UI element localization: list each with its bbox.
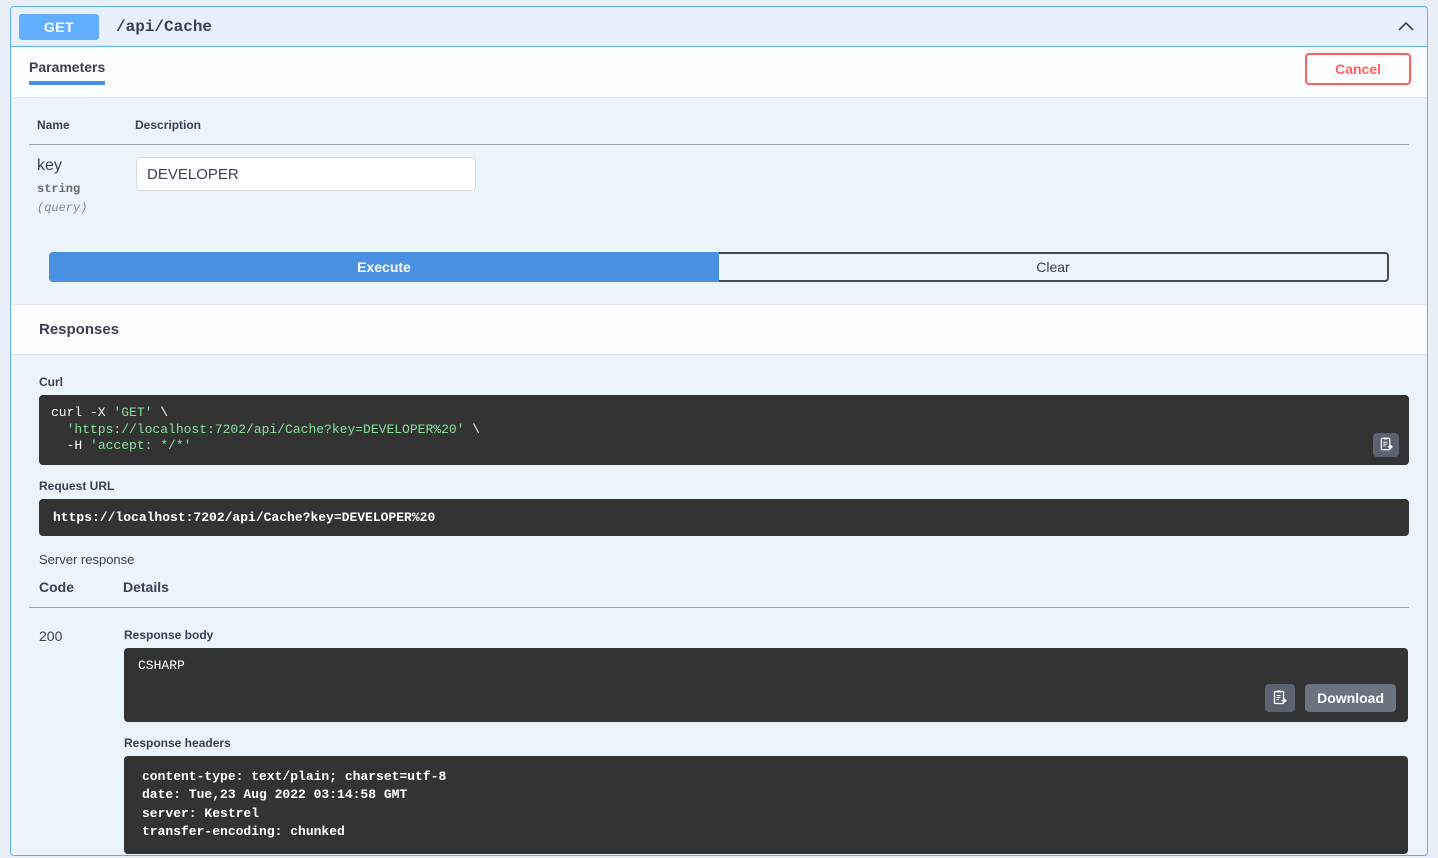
curl-line2-string: 'https://localhost:7202/api/Cache?key=DE… bbox=[51, 422, 464, 437]
curl-label: Curl bbox=[39, 375, 1409, 389]
column-header-description: Description bbox=[135, 118, 1409, 145]
tab-active-underline bbox=[29, 81, 105, 85]
endpoint-path: /api/Cache bbox=[116, 18, 1395, 36]
response-body-label: Response body bbox=[124, 628, 1408, 642]
tab-parameters-label: Parameters bbox=[29, 59, 105, 75]
chevron-up-icon[interactable] bbox=[1395, 16, 1417, 38]
curl-line1-string: 'GET' bbox=[113, 405, 152, 420]
copy-icon[interactable] bbox=[1265, 684, 1295, 712]
responses-heading-band: Responses bbox=[11, 304, 1427, 355]
tab-parameters[interactable]: Parameters bbox=[29, 47, 105, 75]
http-method-badge: GET bbox=[19, 14, 99, 40]
operation-block: GET /api/Cache Parameters Cancel Name De… bbox=[10, 6, 1428, 856]
request-url-label: Request URL bbox=[39, 479, 1409, 493]
curl-line1-cmd: curl -X bbox=[51, 405, 113, 420]
responses-heading: Responses bbox=[39, 321, 1427, 338]
clear-button[interactable]: Clear bbox=[719, 252, 1389, 282]
parameters-section: Name Description key string (query) bbox=[11, 98, 1427, 304]
server-response-table: Code Details 200 Response body CSHARP bbox=[29, 579, 1409, 855]
copy-icon[interactable] bbox=[1373, 433, 1399, 457]
response-header-row: Code Details bbox=[29, 579, 1409, 608]
response-body-actions: Download bbox=[1265, 684, 1396, 712]
response-body-text: CSHARP bbox=[138, 658, 1394, 673]
cancel-button[interactable]: Cancel bbox=[1305, 53, 1411, 85]
download-button[interactable]: Download bbox=[1305, 684, 1396, 712]
column-header-details: Details bbox=[123, 579, 1409, 608]
parameter-name: key bbox=[37, 157, 134, 175]
action-button-row: Execute Clear bbox=[49, 252, 1389, 304]
response-details-cell: Response body CSHARP Download Response h… bbox=[123, 607, 1409, 854]
parameter-location: (query) bbox=[37, 202, 134, 215]
parameter-input-cell bbox=[135, 145, 1409, 216]
column-header-code: Code bbox=[29, 579, 123, 608]
key-input[interactable] bbox=[136, 157, 476, 191]
curl-code-block: curl -X 'GET' \ 'https://localhost:7202/… bbox=[39, 395, 1409, 465]
responses-section: Curl curl -X 'GET' \ 'https://localhost:… bbox=[11, 355, 1427, 855]
response-row: 200 Response body CSHARP Download bbox=[29, 607, 1409, 854]
parameter-row: key string (query) bbox=[29, 145, 1409, 216]
column-header-name: Name bbox=[29, 118, 135, 145]
response-headers-block: content-type: text/plain; charset=utf-8 … bbox=[124, 756, 1408, 854]
response-headers-label: Response headers bbox=[124, 736, 1408, 750]
response-code: 200 bbox=[29, 607, 123, 854]
parameter-name-cell: key string (query) bbox=[29, 145, 135, 216]
request-url-value: https://localhost:7202/api/Cache?key=DEV… bbox=[39, 499, 1409, 536]
parameters-table: Name Description key string (query) bbox=[29, 118, 1409, 216]
curl-line3-cmd: -H bbox=[51, 438, 90, 453]
execute-button[interactable]: Execute bbox=[49, 252, 719, 282]
server-response-label: Server response bbox=[39, 552, 1409, 567]
curl-line1-tail: \ bbox=[152, 405, 168, 420]
curl-line2-tail: \ bbox=[464, 422, 480, 437]
response-body-block: CSHARP Download bbox=[124, 648, 1408, 722]
operation-tab-row: Parameters Cancel bbox=[11, 47, 1427, 98]
operation-summary-bar[interactable]: GET /api/Cache bbox=[11, 7, 1427, 47]
curl-line3-string: 'accept: */*' bbox=[90, 438, 191, 453]
parameters-header-row: Name Description bbox=[29, 118, 1409, 145]
parameter-type: string bbox=[37, 183, 134, 196]
